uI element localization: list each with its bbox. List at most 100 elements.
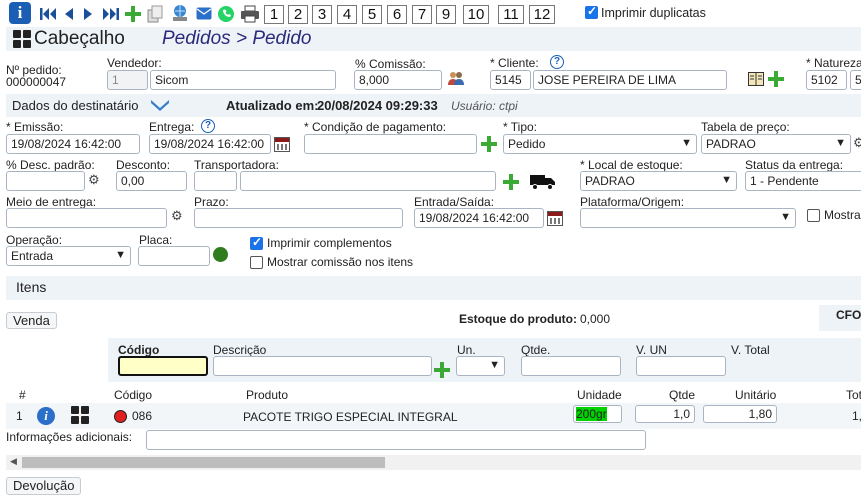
web-export-icon[interactable] (170, 3, 190, 23)
row-produto: PACOTE TRIGO ESPECIAL INTEGRAL (243, 410, 458, 424)
grid-menu-icon[interactable] (71, 406, 89, 424)
copy-icon[interactable] (146, 5, 164, 23)
row-codigo: 086 (132, 409, 153, 423)
status-entrega-select[interactable]: 1 - Pendente (745, 171, 861, 191)
users-icon[interactable] (448, 70, 464, 86)
previous-record-icon[interactable] (63, 7, 75, 21)
placa-label: Placa: (139, 233, 173, 247)
row-unitario-input[interactable]: 1,80 (703, 405, 777, 423)
whatsapp-icon[interactable] (217, 5, 235, 23)
tabela-select[interactable]: PADRAO ▼ (701, 134, 851, 154)
print-icon[interactable] (240, 5, 260, 23)
add-transportadora-icon[interactable] (503, 174, 519, 190)
desconto-input[interactable]: 0,00 (116, 171, 187, 191)
meio-entrega-settings-icon[interactable]: ⚙ (171, 208, 183, 224)
add-item-icon[interactable] (434, 362, 450, 378)
entrada-saida-label: Entrada/Saída: (414, 195, 495, 209)
entrega-help-icon[interactable]: ? (201, 119, 215, 133)
entry-vtotal-header: V. Total (731, 343, 770, 357)
info-icon[interactable]: i (37, 407, 55, 425)
cliente-label: * Cliente: (490, 56, 539, 70)
add-cliente-icon[interactable] (768, 71, 784, 87)
entry-codigo-input[interactable] (118, 356, 208, 376)
info-adicionais-label: Informações adicionais: (6, 430, 133, 444)
row-qtde-input[interactable]: 1,0 (635, 405, 695, 423)
destinatario-label: Dados do destinatário (12, 98, 139, 113)
col-qtde-header: Qtde (669, 388, 696, 402)
entry-un-header: Un. (457, 343, 476, 357)
tabela-settings-icon[interactable]: ⚙ (853, 135, 861, 151)
entrada-saida-input[interactable]: 19/08/2024 16:42:00 (414, 208, 544, 228)
imprimir-duplicatas-checkbox[interactable] (585, 4, 598, 19)
natureza-input[interactable]: 5102 (806, 70, 847, 90)
info-adicionais-input[interactable] (146, 430, 646, 450)
page-button-11[interactable]: 11 (498, 5, 524, 24)
first-record-icon[interactable] (40, 7, 58, 21)
page-button-6[interactable]: 6 (387, 5, 407, 24)
add-icon[interactable] (125, 6, 141, 22)
add-condicao-icon[interactable] (481, 136, 497, 152)
address-book-icon[interactable] (748, 72, 764, 86)
placa-input[interactable] (138, 246, 210, 266)
mostrar-comissao-checkbox[interactable] (250, 256, 263, 269)
page-button-2[interactable]: 2 (288, 5, 308, 24)
scrollbar-thumb[interactable] (22, 457, 385, 468)
mostrar-checkbox[interactable] (807, 209, 820, 222)
vendedor-nome-input[interactable]: Sicom (150, 70, 336, 90)
page-button-4[interactable]: 4 (337, 5, 357, 24)
email-icon[interactable] (196, 7, 212, 20)
entry-qtde-input[interactable] (521, 356, 621, 376)
entrada-saida-calendar-icon[interactable] (547, 211, 563, 226)
page-button-1[interactable]: 1 (264, 5, 284, 24)
local-estoque-select[interactable]: PADRAO ▼ (580, 171, 737, 191)
scroll-left-icon[interactable]: ◀ (10, 456, 17, 467)
emissao-input[interactable]: 19/08/2024 16:42:00 (6, 134, 140, 154)
cliente-nome-input[interactable]: JOSE PEREIRA DE LIMA (533, 70, 727, 90)
natureza-extra-input[interactable]: 5 (850, 70, 861, 90)
imprimir-complementos-checkbox[interactable] (250, 235, 263, 250)
prazo-input[interactable] (194, 208, 403, 228)
table-row[interactable]: 1 i 086 PACOTE TRIGO ESPECIAL INTEGRAL 2… (6, 403, 861, 429)
last-record-icon[interactable] (101, 7, 119, 21)
next-record-icon[interactable] (82, 7, 94, 21)
entrega-calendar-icon[interactable] (274, 137, 290, 152)
vendedor-id-input[interactable]: 1 (107, 70, 148, 90)
page-button-3[interactable]: 3 (312, 5, 332, 24)
page-button-12[interactable]: 12 (529, 5, 555, 24)
desc-padrao-input[interactable] (6, 171, 85, 191)
comissao-input[interactable]: 8,000 (354, 70, 442, 90)
condicao-input[interactable] (304, 134, 477, 154)
page-button-5[interactable]: 5 (362, 5, 382, 24)
page-button-9[interactable]: 9 (436, 5, 456, 24)
chevron-down-icon[interactable] (150, 99, 170, 111)
entry-un-select[interactable]: ▼ (456, 356, 505, 376)
transportadora-id-input[interactable] (194, 171, 237, 191)
grid-menu-icon[interactable] (13, 30, 31, 48)
info-icon[interactable]: i (9, 2, 31, 24)
cliente-help-icon[interactable]: ? (550, 55, 564, 69)
row-unidade-input[interactable]: 200gr (573, 405, 622, 423)
status-entrega-label: Status da entrega: (745, 158, 844, 172)
row-num: 1 (16, 409, 23, 423)
meio-entrega-label: Meio de entrega: (6, 195, 97, 209)
venda-button[interactable]: Venda (6, 312, 57, 329)
plataforma-select[interactable]: ▼ (580, 208, 796, 228)
tipo-select[interactable]: Pedido ▼ (503, 134, 697, 154)
entry-vun-input[interactable] (636, 356, 726, 376)
entry-descricao-input[interactable] (213, 356, 432, 376)
meio-entrega-input[interactable] (6, 208, 167, 228)
breadcrumb[interactable]: Pedidos > Pedido (162, 28, 311, 50)
cliente-id-input[interactable]: 5145 (490, 70, 531, 90)
cfo-tab[interactable]: CFO (819, 305, 861, 331)
page-button-10[interactable]: 10 (463, 5, 489, 24)
operacao-select[interactable]: Entrada ▼ (6, 246, 131, 266)
desc-settings-icon[interactable]: ⚙ (88, 172, 100, 188)
transportadora-nome-input[interactable] (240, 171, 496, 191)
devolucao-button[interactable]: Devolução (6, 477, 82, 495)
horizontal-scrollbar[interactable]: ◀ (6, 455, 861, 470)
section-title: Cabeçalho (34, 28, 125, 49)
truck-icon[interactable] (530, 173, 556, 190)
entrega-input[interactable]: 19/08/2024 16:42:00 (149, 134, 271, 154)
page-button-7[interactable]: 7 (412, 5, 432, 24)
destinatario-bar: Dados do destinatário Atualizado em: 20/… (6, 94, 861, 117)
